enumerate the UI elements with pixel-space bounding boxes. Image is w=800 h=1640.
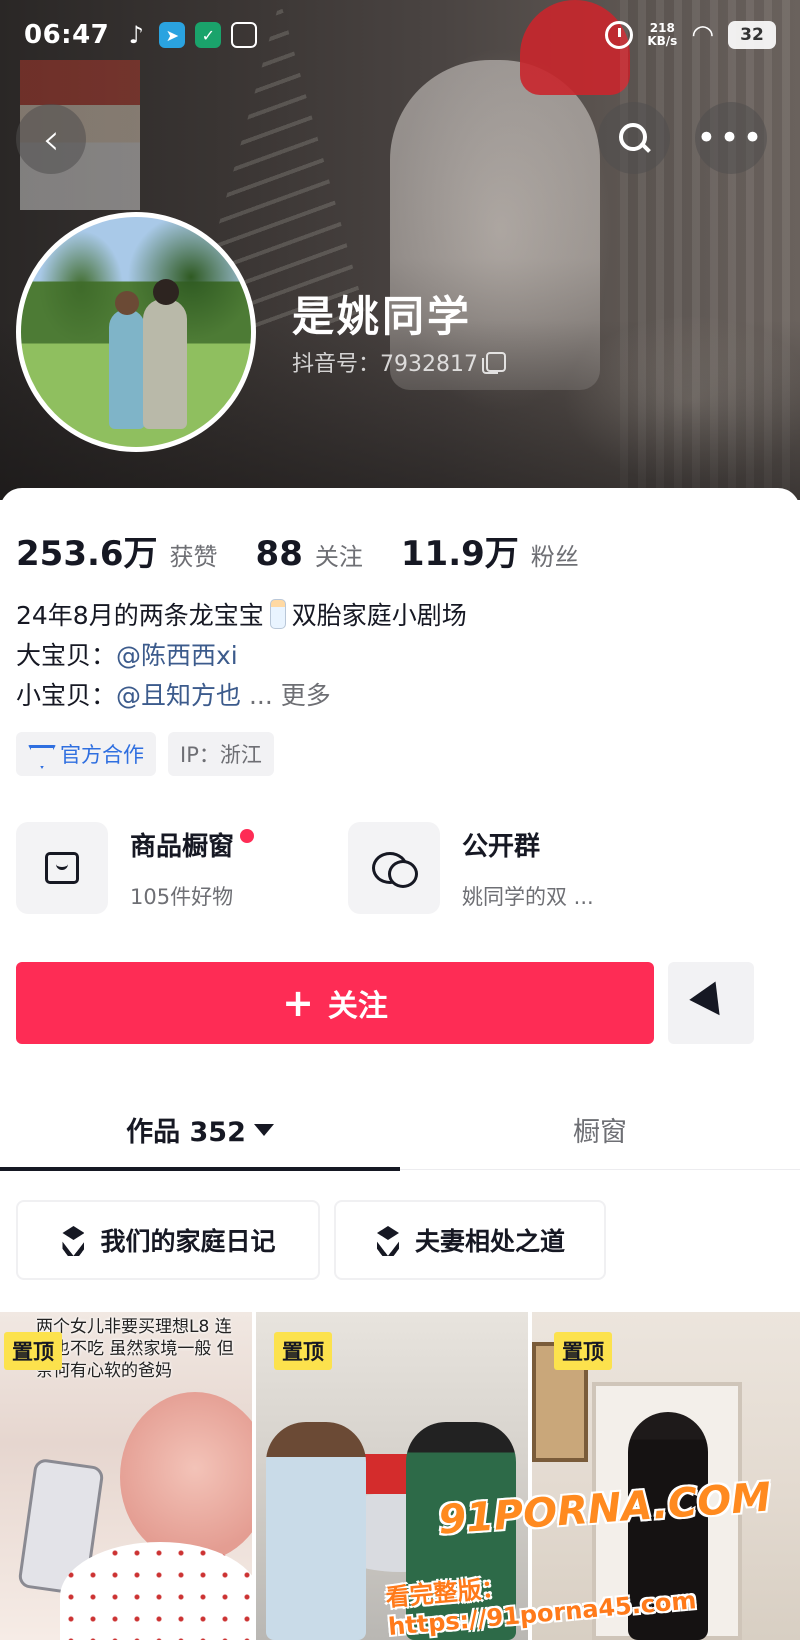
follow-button-label: 关注 <box>327 989 388 1024</box>
collection-couple[interactable]: 夫妻相处之道 <box>334 1200 606 1280</box>
tab-label: 作品 352 <box>126 1117 246 1148</box>
public-group-text: 公开群 姚同学的双 ... <box>462 826 594 911</box>
stat-followers[interactable]: 11.9万 粉丝 <box>401 526 579 575</box>
network-speed-unit: KB/s <box>647 34 678 48</box>
avatar-figure <box>109 309 145 429</box>
status-bar: 06:47 ♪ ➤ ✓ 218 KB/s ◠ 32 <box>0 0 800 70</box>
shopping-bag-icon <box>45 852 79 884</box>
back-button[interactable]: ‹ <box>16 104 86 174</box>
bio-line: 24年8月的两条龙宝宝 双胎家庭小剧场 <box>16 596 467 636</box>
copy-icon[interactable] <box>481 352 506 374</box>
cover-curtain <box>620 0 800 500</box>
stat-label: 关注 <box>314 543 363 571</box>
tab-label: 橱窗 <box>573 1117 627 1148</box>
notification-dot <box>240 829 255 843</box>
video-thumbnail[interactable]: 两个女儿非要买理想L8 连奶也不吃 虽然家境一般 但奈何有心软的爸妈 置顶 <box>0 1312 252 1640</box>
more-button[interactable]: ••• <box>695 102 767 174</box>
chevron-left-icon: ‹ <box>42 113 60 165</box>
video-subject <box>120 1392 252 1562</box>
send-icon <box>689 981 733 1025</box>
bio-text: 小宝贝： <box>16 681 117 710</box>
avatar-figure <box>153 279 179 305</box>
public-group-subtitle: 姚同学的双 ... <box>462 884 594 909</box>
baby-bottle-icon <box>269 599 286 629</box>
official-icon <box>28 743 52 765</box>
profile-stats: 253.6万 获赞 88 关注 11.9万 粉丝 <box>16 526 617 575</box>
shop-icon-box <box>16 822 108 914</box>
status-app-icons: ♪ ➤ ✓ <box>123 21 258 49</box>
stat-label: 获赞 <box>169 543 218 571</box>
stat-value: 253.6万 <box>16 534 158 574</box>
stat-following[interactable]: 88 关注 <box>256 534 363 574</box>
telegram-icon: ➤ <box>159 22 186 48</box>
layers-icon <box>60 1226 88 1254</box>
collection-family-diary[interactable]: 我们的家庭日记 <box>16 1200 320 1280</box>
mail-icon <box>231 22 258 48</box>
bio-line: 大宝贝：@陈西西xi <box>16 636 467 676</box>
avatar-figure <box>115 291 139 315</box>
video-subject <box>266 1422 366 1640</box>
profile-tags: 官方合作 IP：浙江 <box>16 732 274 776</box>
avatar[interactable] <box>16 212 256 452</box>
shop-window-subtitle: 105件好物 <box>130 884 234 909</box>
caret-down-icon <box>253 1123 274 1136</box>
search-button[interactable] <box>598 102 670 174</box>
network-speed: 218 KB/s <box>647 22 677 48</box>
shop-window-title-row: 商品橱窗 <box>130 826 255 863</box>
pinned-badge: 置顶 <box>554 1332 612 1370</box>
shop-window-entry[interactable]: 商品橱窗 105件好物 <box>16 822 255 914</box>
ip-location-tag: IP：浙江 <box>168 732 274 776</box>
bio-text: 大宝贝： <box>16 641 117 670</box>
pinned-badge: 置顶 <box>4 1332 62 1370</box>
bio-mention-link[interactable]: @陈西西xi <box>116 641 238 670</box>
tag-label: IP：浙江 <box>180 743 262 767</box>
video-caption: 两个女儿非要买理想L8 连奶也不吃 虽然家境一般 但奈何有心软的爸妈 <box>36 1317 234 1381</box>
official-cooperation-tag[interactable]: 官方合作 <box>16 732 156 776</box>
bio-text: 双胎家庭小剧场 <box>291 601 467 630</box>
bio-more-link[interactable]: ... 更多 <box>249 681 331 710</box>
follow-button[interactable]: + 关注 <box>16 962 654 1044</box>
stat-likes[interactable]: 253.6万 获赞 <box>16 526 218 575</box>
shop-window-text: 商品橱窗 105件好物 <box>130 826 255 911</box>
status-time: 06:47 <box>24 20 110 50</box>
shield-icon: ✓ <box>195 22 222 48</box>
chat-bubbles-icon <box>372 850 418 888</box>
profile-bio: 24年8月的两条龙宝宝 双胎家庭小剧场 大宝贝：@陈西西xi 小宝贝：@且知方也 … <box>16 596 467 716</box>
bio-mention-link[interactable]: @且知方也 <box>116 681 241 710</box>
collection-label: 夫妻相处之道 <box>414 1227 565 1256</box>
douyin-id-text: 抖音号：7932817 <box>292 352 478 377</box>
stat-value: 88 <box>255 534 303 574</box>
bio-line: 小宝贝：@且知方也 ... 更多 <box>16 676 467 716</box>
stat-value: 11.9万 <box>400 534 519 574</box>
tag-label: 官方合作 <box>60 743 144 767</box>
battery-indicator: 32 <box>728 21 776 49</box>
group-icon-box <box>348 822 440 914</box>
douyin-id[interactable]: 抖音号：7932817 <box>292 346 506 378</box>
stat-label: 粉丝 <box>530 543 579 571</box>
plus-icon: + <box>282 981 314 1025</box>
collection-label: 我们的家庭日记 <box>100 1227 276 1256</box>
status-right: 218 KB/s ◠ 32 <box>605 20 776 50</box>
layers-icon <box>375 1226 403 1254</box>
avatar-figure <box>143 299 187 429</box>
profile-tabs: 作品 352 橱窗 <box>0 1090 800 1171</box>
alarm-icon <box>605 21 634 49</box>
bio-text: 24年8月的两条龙宝宝 <box>16 601 264 630</box>
search-icon <box>619 123 649 153</box>
shop-window-title: 商品橱窗 <box>130 831 235 862</box>
public-group-title: 公开群 <box>462 831 541 862</box>
tab-showcase[interactable]: 橱窗 <box>400 1090 800 1169</box>
share-button[interactable] <box>668 962 754 1044</box>
pinned-badge: 置顶 <box>274 1332 332 1370</box>
profile-nickname: 是姚同学 <box>292 292 473 341</box>
wifi-icon: ◠ <box>691 20 714 50</box>
tiktok-icon: ♪ <box>128 21 144 49</box>
more-dots-icon: ••• <box>696 118 766 158</box>
tab-works[interactable]: 作品 352 <box>0 1090 400 1171</box>
public-group-entry[interactable]: 公开群 姚同学的双 ... <box>348 822 594 914</box>
